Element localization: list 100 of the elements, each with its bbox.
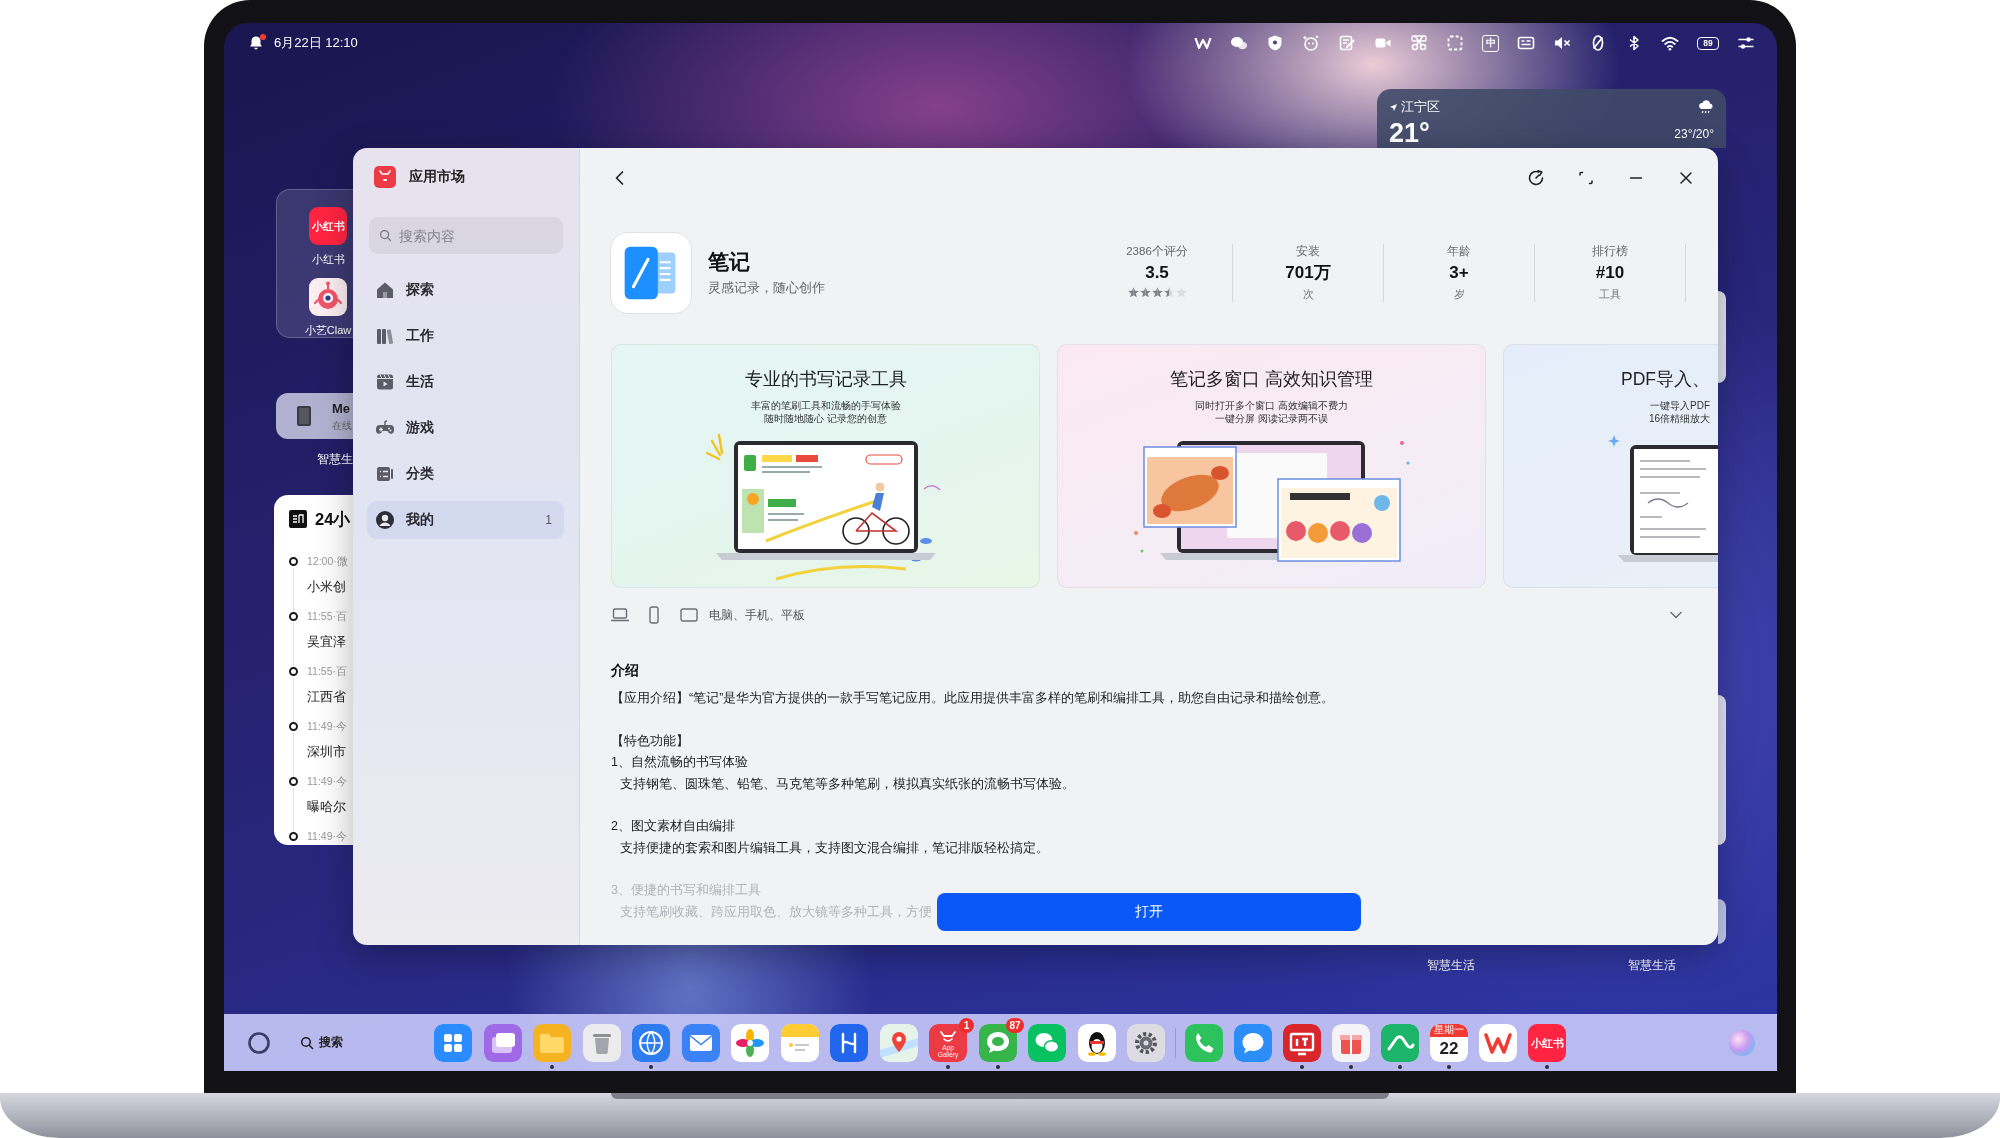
rain-cloud-icon (1698, 100, 1714, 114)
sidebar-item[interactable]: 生活 (367, 363, 564, 401)
sidebar-item[interactable]: 工作 (367, 317, 564, 355)
chat-bubbles-icon[interactable] (1028, 1023, 1066, 1062)
star-icon (1139, 286, 1151, 298)
star-icon (1127, 286, 1139, 298)
screenshot-card[interactable]: 笔记多窗口 高效知识管理 同时打开多个窗口 高效编辑不费力 一键分屏 阅读记录两不误 (1057, 344, 1486, 588)
screenshot-card[interactable]: 专业的书写记录工具 丰富的笔刷工具和流畅的手写体验 随时随地随心 记录您的创意 (611, 344, 1040, 588)
supported-devices: 电脑、手机、平板 (709, 606, 805, 624)
close-icon[interactable] (1677, 169, 1695, 187)
trash-icon[interactable] (582, 1023, 621, 1062)
device-icon (296, 405, 312, 427)
description-text: 2、图文素材自由编排 (611, 818, 735, 835)
news-headline[interactable]: 吴宜泽 (307, 631, 353, 653)
sidebar-item[interactable]: 我的 1 (367, 501, 564, 539)
news-headline[interactable]: 曝哈尔 (307, 796, 353, 818)
mute-icon[interactable] (1553, 34, 1571, 52)
device-name: Me (332, 400, 352, 417)
refresh-icon[interactable] (1527, 169, 1545, 187)
news-time: 11:49·今 (307, 829, 348, 844)
shield-icon[interactable] (1266, 34, 1284, 52)
input-method-indicator[interactable]: 中 (1482, 34, 1499, 52)
news-headline[interactable]: 深圳市 (307, 741, 353, 763)
screenshot-caption: 丰富的笔刷工具和流畅的手写体验 (750, 399, 901, 412)
widget-caption: 智慧生活 (1628, 958, 1676, 973)
sidebar-item[interactable]: 游戏 (367, 409, 564, 447)
screenshot-card[interactable]: PDF导入、 一键导入PDF 16倍精细放大 (1503, 344, 1718, 588)
mail-icon[interactable] (681, 1023, 720, 1062)
scissors-icon[interactable] (1410, 34, 1428, 52)
bell-icon[interactable] (248, 35, 264, 51)
weather-widget[interactable]: 江宁区 21° 23°/20° (1377, 89, 1726, 148)
settings-icon[interactable] (1127, 1023, 1165, 1062)
screenshot-caption: 一键导入PDF (1650, 399, 1710, 412)
linked-bars-icon[interactable] (830, 1023, 868, 1062)
text-logo-icon[interactable]: 小红书 (1528, 1023, 1566, 1062)
stat-unit: 工具 (1599, 286, 1621, 301)
sidebar-item[interactable]: 分类 (367, 455, 564, 493)
timeline-dot-icon (288, 721, 298, 731)
person-icon (375, 510, 395, 530)
flower-icon[interactable] (731, 1023, 769, 1062)
news-time: 11:49·今 (307, 774, 348, 789)
news-time: 11:55·百 (307, 664, 348, 679)
news-tile-icon[interactable] (1283, 1023, 1321, 1062)
stat-label: 2386个评分 (1126, 243, 1188, 258)
app-label: 小红书 (311, 252, 345, 266)
star-icon (1163, 286, 1175, 298)
calendar-icon[interactable]: 星期一 22 (1430, 1023, 1468, 1062)
description-text: 支持笔刷收藏、跨应用取色、放大镜等多种工具，方便 (619, 903, 932, 921)
news-headline[interactable]: 江西省 (307, 686, 353, 708)
fullscreen-icon[interactable] (1577, 169, 1595, 187)
stacked-windows-icon[interactable] (483, 1023, 522, 1062)
stat-label: 年龄 (1447, 243, 1471, 258)
screenshot-caption: 16倍精细放大 (1648, 412, 1710, 425)
description-text: 支持钢笔、圆珠笔、铅笔、马克笔等多种笔刷，模拟真实纸张的流畅书写体验。 (619, 775, 1075, 793)
description-text: 【特色功能】 (611, 732, 689, 750)
books-icon (375, 326, 395, 346)
robot-mascot-icon[interactable] (309, 278, 347, 316)
wave-icon[interactable] (1381, 1023, 1419, 1062)
app-title: 应用市场 (409, 168, 465, 186)
w-logo-icon[interactable] (1479, 1023, 1517, 1062)
note-edit-icon[interactable] (1338, 34, 1356, 52)
sidebar-item[interactable]: 探索 (367, 271, 564, 309)
news-time: 11:49·今 (307, 719, 348, 734)
star-icon (1151, 286, 1163, 298)
gift-box-icon[interactable] (1332, 1023, 1370, 1062)
list-icon (375, 464, 395, 484)
text-logo-icon[interactable]: 小红书 (309, 207, 347, 245)
wifi-icon[interactable] (1661, 34, 1679, 52)
app-grid-icon[interactable] (434, 1023, 472, 1062)
item-count: 1 (545, 513, 552, 527)
dashed-square-icon[interactable] (1446, 34, 1464, 52)
ring-icon[interactable] (247, 1030, 271, 1055)
news-headline[interactable]: 小米创 (307, 576, 353, 598)
sliders-icon[interactable] (1737, 34, 1755, 52)
device-status: 在线 (332, 418, 352, 432)
stat-value: 3+ (1449, 261, 1469, 284)
open-button[interactable]: 打开 (937, 893, 1361, 931)
device-card[interactable]: Me 在线 (276, 393, 353, 439)
description-text: 1、自然流畅的书写体验 (611, 754, 748, 771)
map-pin-icon[interactable] (879, 1023, 918, 1062)
widget-caption: 智慧生活 (1427, 958, 1475, 973)
penguin-icon[interactable] (1077, 1023, 1116, 1062)
chat-icon[interactable] (1230, 34, 1248, 52)
news-logo-icon (289, 510, 307, 528)
screenshot-caption: 随时随地随心 记录您的创意 (764, 412, 887, 425)
date-time: 6月22日 12:10 (274, 35, 358, 51)
battery-indicator[interactable]: 89 (1697, 36, 1719, 50)
stat-value: #10 (1595, 261, 1625, 284)
news-time: 12:00·微 (307, 554, 349, 569)
keyboard-icon[interactable] (1517, 34, 1535, 52)
search-icon (379, 229, 392, 242)
screenshot-caption: 一键分屏 阅读记录两不误 (1215, 412, 1328, 425)
news-time: 11:55·百 (307, 609, 348, 624)
search-button[interactable]: 搜索 (300, 1030, 360, 1055)
compass-icon[interactable] (632, 1023, 670, 1062)
face-sparkle-icon[interactable] (1302, 34, 1320, 52)
widget-background (1718, 899, 1726, 944)
phone-icon[interactable] (1185, 1023, 1223, 1062)
message-bubble-icon[interactable] (1234, 1023, 1272, 1062)
timeline-dot-icon (288, 556, 298, 566)
